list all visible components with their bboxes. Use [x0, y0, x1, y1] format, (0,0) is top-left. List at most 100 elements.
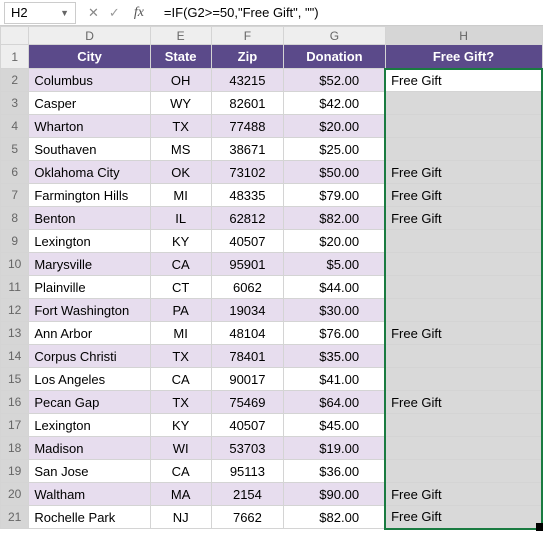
col-header-H[interactable]: H [385, 27, 542, 45]
cell-zip[interactable]: 40507 [211, 414, 284, 437]
cell-city[interactable]: Lexington [29, 230, 150, 253]
cell-donation[interactable]: $76.00 [284, 322, 385, 345]
cell-gift[interactable] [385, 368, 542, 391]
cell-city[interactable]: Rochelle Park [29, 506, 150, 529]
cell-state[interactable]: OH [150, 69, 211, 92]
cell-zip[interactable]: 19034 [211, 299, 284, 322]
cell-gift[interactable]: Free Gift [385, 184, 542, 207]
cell-donation[interactable]: $44.00 [284, 276, 385, 299]
cell-zip[interactable]: 48335 [211, 184, 284, 207]
cell-gift[interactable] [385, 345, 542, 368]
cell-zip[interactable]: 6062 [211, 276, 284, 299]
row-header[interactable]: 19 [1, 460, 29, 483]
header-gift[interactable]: Free Gift? [385, 45, 542, 69]
cell-donation[interactable]: $25.00 [284, 138, 385, 161]
cell-zip[interactable]: 78401 [211, 345, 284, 368]
cell-zip[interactable]: 7662 [211, 506, 284, 529]
col-header-G[interactable]: G [284, 27, 385, 45]
fill-handle-icon[interactable]: ✚ [536, 523, 543, 531]
cell-state[interactable]: KY [150, 230, 211, 253]
cell-state[interactable]: CA [150, 253, 211, 276]
cell-state[interactable]: CA [150, 368, 211, 391]
row-header[interactable]: 11 [1, 276, 29, 299]
cell-zip[interactable]: 40507 [211, 230, 284, 253]
cell-donation[interactable]: $5.00 [284, 253, 385, 276]
cell-state[interactable]: OK [150, 161, 211, 184]
cell-city[interactable]: Wharton [29, 115, 150, 138]
cell-gift[interactable]: Free Gift [385, 161, 542, 184]
cell-donation[interactable]: $19.00 [284, 437, 385, 460]
cell-city[interactable]: Plainville [29, 276, 150, 299]
cell-gift[interactable]: Free Gift [385, 322, 542, 345]
header-state[interactable]: State [150, 45, 211, 69]
cell-gift[interactable] [385, 115, 542, 138]
row-header[interactable]: 20 [1, 483, 29, 506]
row-header[interactable]: 18 [1, 437, 29, 460]
cell-city[interactable]: Columbus [29, 69, 150, 92]
cell-gift[interactable] [385, 437, 542, 460]
cell-zip[interactable]: 90017 [211, 368, 284, 391]
cell-zip[interactable]: 95113 [211, 460, 284, 483]
cell-donation[interactable]: $35.00 [284, 345, 385, 368]
row-header[interactable]: 10 [1, 253, 29, 276]
row-header[interactable]: 2 [1, 69, 29, 92]
cell-gift[interactable] [385, 138, 542, 161]
cell-gift[interactable]: Free Gift [385, 207, 542, 230]
fx-icon[interactable]: fx [130, 5, 148, 21]
cell-state[interactable]: CT [150, 276, 211, 299]
cell-donation[interactable]: $30.00 [284, 299, 385, 322]
header-donation[interactable]: Donation [284, 45, 385, 69]
cell-gift[interactable]: Free Gift [385, 391, 542, 414]
cell-state[interactable]: WY [150, 92, 211, 115]
row-header[interactable]: 17 [1, 414, 29, 437]
cell-donation[interactable]: $20.00 [284, 230, 385, 253]
cell-city[interactable]: Ann Arbor [29, 322, 150, 345]
cell-city[interactable]: Farmington Hills [29, 184, 150, 207]
cell-state[interactable]: MS [150, 138, 211, 161]
cell-city[interactable]: Lexington [29, 414, 150, 437]
cell-donation[interactable]: $90.00 [284, 483, 385, 506]
cell-zip[interactable]: 77488 [211, 115, 284, 138]
cell-zip[interactable]: 62812 [211, 207, 284, 230]
cell-city[interactable]: San Jose [29, 460, 150, 483]
row-header[interactable]: 8 [1, 207, 29, 230]
cell-zip[interactable]: 53703 [211, 437, 284, 460]
cell-gift[interactable]: Free Gift [385, 483, 542, 506]
cell-state[interactable]: MA [150, 483, 211, 506]
enter-icon[interactable]: ✓ [109, 5, 120, 21]
cell-donation[interactable]: $52.00 [284, 69, 385, 92]
cell-state[interactable]: TX [150, 115, 211, 138]
cell-zip[interactable]: 82601 [211, 92, 284, 115]
cell-zip[interactable]: 73102 [211, 161, 284, 184]
cell-city[interactable]: Los Angeles [29, 368, 150, 391]
cell-state[interactable]: NJ [150, 506, 211, 529]
cell-gift[interactable] [385, 276, 542, 299]
cell-state[interactable]: TX [150, 391, 211, 414]
cell-gift[interactable] [385, 230, 542, 253]
cell-state[interactable]: MI [150, 184, 211, 207]
cell-donation[interactable]: $82.00 [284, 207, 385, 230]
cell-gift[interactable] [385, 299, 542, 322]
cell-city[interactable]: Benton [29, 207, 150, 230]
cell-zip[interactable]: 43215 [211, 69, 284, 92]
row-header[interactable]: 16 [1, 391, 29, 414]
cell-gift[interactable]: Free Gift✚ [385, 506, 542, 529]
row-header[interactable]: 14 [1, 345, 29, 368]
cell-donation[interactable]: $41.00 [284, 368, 385, 391]
cell-city[interactable]: Waltham [29, 483, 150, 506]
row-header[interactable]: 6 [1, 161, 29, 184]
formula-input[interactable]: =IF(G2>=50,"Free Gift", "") [158, 3, 543, 22]
cell-state[interactable]: MI [150, 322, 211, 345]
cell-state[interactable]: IL [150, 207, 211, 230]
chevron-down-icon[interactable]: ▼ [60, 8, 69, 18]
row-header[interactable]: 15 [1, 368, 29, 391]
cell-state[interactable]: PA [150, 299, 211, 322]
cell-gift[interactable] [385, 253, 542, 276]
row-header[interactable]: 7 [1, 184, 29, 207]
col-header-D[interactable]: D [29, 27, 150, 45]
cell-donation[interactable]: $64.00 [284, 391, 385, 414]
cell-donation[interactable]: $50.00 [284, 161, 385, 184]
cell-zip[interactable]: 95901 [211, 253, 284, 276]
spreadsheet-grid[interactable]: D E F G H 1 City State Zip Donation Free… [0, 26, 543, 530]
row-header[interactable]: 9 [1, 230, 29, 253]
